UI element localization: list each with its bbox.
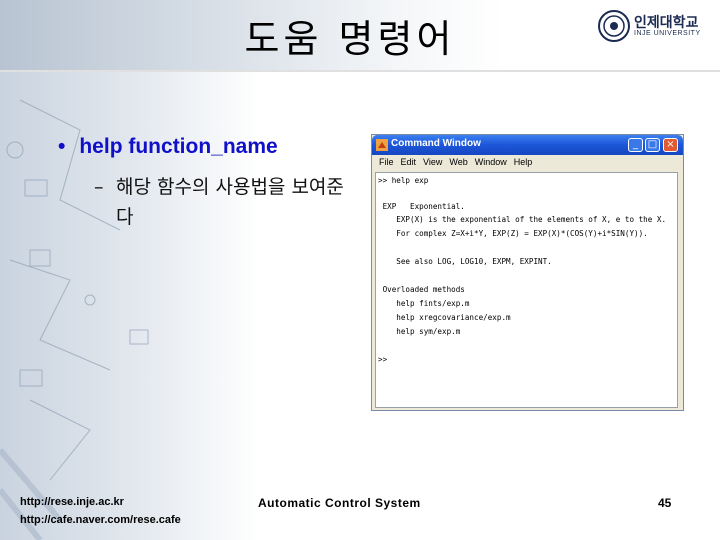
output-line: EXP(X) is the exponential of the element… [378, 215, 667, 224]
minimize-button[interactable]: _ [628, 138, 643, 152]
decorative-background [0, 0, 260, 540]
bullet-marker: • [58, 135, 66, 158]
footer-course-title: Automatic Control System [258, 496, 421, 510]
bullet-item: • help function_name [58, 135, 278, 159]
matlab-icon [376, 139, 388, 151]
menu-web[interactable]: Web [449, 157, 467, 167]
bullet-text: help function_name [79, 135, 278, 158]
menu-file[interactable]: File [379, 157, 394, 167]
menu-help[interactable]: Help [514, 157, 533, 167]
logo-name: 인제대학교 [634, 14, 699, 30]
output-line: >> help exp [378, 176, 429, 185]
footer-link-cafe[interactable]: http://cafe.naver.com/rese.cafe [20, 514, 181, 526]
menu-view[interactable]: View [423, 157, 442, 167]
university-logo: 인제대학교 INJE UNIVERSITY [598, 10, 708, 44]
maximize-button[interactable]: □ [645, 138, 660, 152]
output-line: For complex Z=X+i*Y, EXP(Z) = EXP(X)*(CO… [378, 229, 648, 238]
command-window-title: Command Window [391, 138, 481, 149]
university-seal-icon [598, 10, 630, 42]
output-line: help xregcovariance/exp.m [378, 313, 511, 322]
output-line: See also LOG, LOG10, EXPM, EXPINT. [378, 257, 552, 266]
page-number: 45 [658, 496, 672, 510]
command-window-titlebar[interactable]: Command Window _ □ × [372, 135, 683, 155]
menu-window[interactable]: Window [475, 157, 507, 167]
command-window[interactable]: Command Window _ □ × File Edit View Web Wind… [371, 134, 684, 411]
output-line: help fints/exp.m [378, 299, 470, 308]
menu-edit[interactable]: Edit [401, 157, 417, 167]
sub-bullet-text: 해당 함수의 사용법을 보여준다 [116, 176, 344, 228]
command-window-menubar: File Edit View Web Window Help [372, 155, 683, 171]
sub-bullet: – 해당 함수의 사용법을 보여준다 [94, 172, 344, 232]
title-divider [0, 70, 720, 72]
sub-bullet-dash: – [94, 176, 104, 198]
close-button[interactable]: × [663, 138, 678, 152]
footer-link-rese[interactable]: http://rese.inje.ac.kr [20, 496, 124, 508]
command-prompt: >> [378, 355, 388, 364]
command-window-output[interactable]: >> help exp EXP Exponential. EXP(X) is t… [375, 172, 678, 408]
output-line: help sym/exp.m [378, 327, 461, 336]
output-line: EXP Exponential. [378, 202, 465, 211]
slide-title: 도움 명령어 [244, 17, 456, 61]
output-line: Overloaded methods [378, 285, 465, 294]
logo-subtitle: INJE UNIVERSITY [634, 30, 701, 37]
